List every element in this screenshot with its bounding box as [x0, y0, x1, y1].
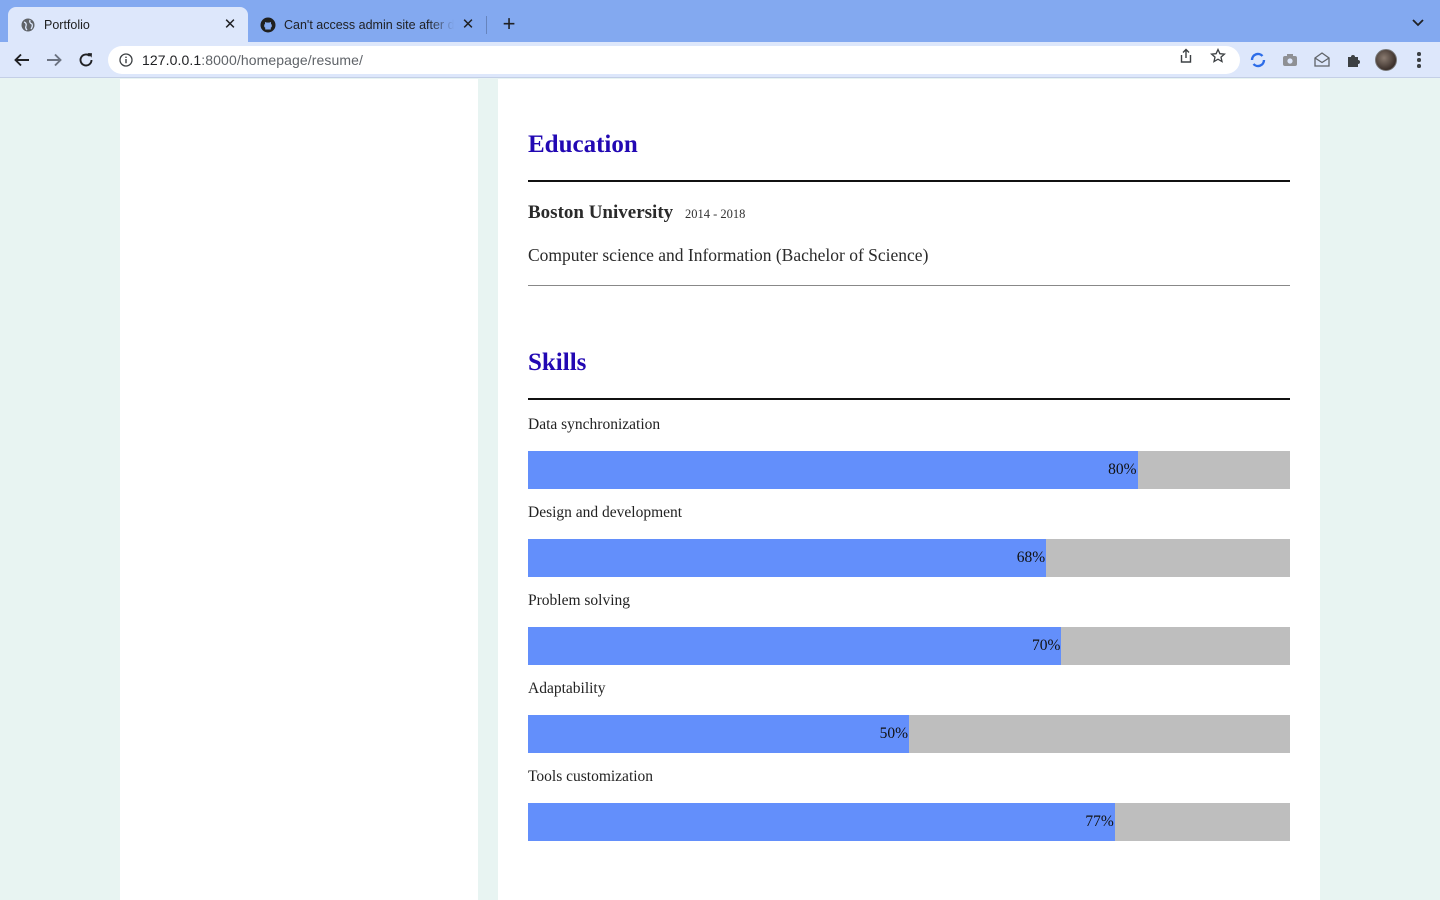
url-path: :8000/homepage/resume/ — [201, 52, 364, 68]
skill-percent: 68% — [1016, 549, 1046, 566]
skill-label: Design and development — [528, 504, 683, 521]
extensions-puzzle-icon[interactable] — [1345, 51, 1363, 69]
skill-label: Data synchronization — [528, 416, 661, 433]
skill-label: Problem solving — [528, 592, 631, 609]
education-heading: Education — [528, 131, 638, 158]
forward-arrow-icon — [47, 53, 62, 67]
skill-percent: 50% — [879, 725, 908, 742]
skill-progress-bar: 80% — [528, 451, 1290, 489]
new-tab-button[interactable]: + — [496, 12, 522, 38]
tab-title: Can't access admin site after d — [284, 17, 454, 32]
school-name: Boston University — [528, 202, 674, 223]
url-text: 127.0.0.1:8000/homepage/resume/ — [142, 52, 363, 68]
profile-avatar[interactable] — [1375, 49, 1397, 71]
sync-extension-icon[interactable] — [1249, 51, 1267, 69]
browser-toolbar: 127.0.0.1:8000/homepage/resume/ — [0, 42, 1440, 78]
tab-search-chevron-icon[interactable] — [1410, 14, 1426, 30]
education-divider — [528, 180, 1290, 182]
back-arrow-icon — [14, 53, 29, 67]
skills-heading: Skills — [528, 349, 587, 376]
skill-percent: 70% — [1031, 637, 1061, 654]
skills-divider — [528, 398, 1290, 400]
close-tab-icon[interactable]: ✕ — [222, 16, 238, 33]
tab-portfolio[interactable]: Portfolio ✕ — [8, 7, 248, 42]
skill-progress-fill: 70% — [528, 627, 1062, 665]
back-button[interactable] — [10, 48, 34, 72]
resume-main-panel: Education Boston University 2014 - 2018 … — [498, 79, 1320, 900]
close-tab-icon[interactable]: ✕ — [460, 16, 476, 33]
skill-progress-fill: 77% — [528, 803, 1115, 841]
bookmark-star-icon[interactable] — [1210, 48, 1226, 64]
skill-progress-fill: 80% — [528, 451, 1138, 489]
skill-progress-fill: 68% — [528, 539, 1047, 577]
skill-percent: 77% — [1085, 813, 1114, 830]
left-sidebar-panel — [120, 79, 478, 900]
tab-separator — [486, 16, 487, 34]
education-years: 2014 - 2018 — [685, 207, 746, 221]
tab-strip: Portfolio ✕ Can't access admin site afte… — [0, 0, 1440, 42]
skill-label: Adaptability — [528, 680, 606, 697]
reload-button[interactable] — [74, 48, 98, 72]
address-bar[interactable]: 127.0.0.1:8000/homepage/resume/ — [108, 46, 1240, 74]
forward-button[interactable] — [42, 48, 66, 72]
camera-icon[interactable] — [1281, 51, 1299, 69]
skill-progress-fill: 50% — [528, 715, 909, 753]
reload-icon — [79, 53, 93, 67]
skill-progress-bar: 50% — [528, 715, 1290, 753]
skill-progress-bar: 77% — [528, 803, 1290, 841]
skill-progress-bar: 70% — [528, 627, 1290, 665]
github-icon — [260, 17, 276, 33]
browser-menu-icon[interactable] — [1410, 51, 1428, 69]
mail-extension-icon[interactable] — [1313, 51, 1331, 69]
globe-icon — [20, 17, 36, 33]
page-viewport: Education Boston University 2014 - 2018 … — [0, 79, 1440, 900]
education-entry-divider — [528, 285, 1290, 286]
degree-text: Computer science and Information (Bachel… — [528, 245, 929, 265]
share-icon[interactable] — [1178, 48, 1194, 64]
tab-github-issue[interactable]: Can't access admin site after d ✕ — [248, 7, 486, 42]
tab-title: Portfolio — [44, 17, 90, 32]
skill-label: Tools customization — [528, 768, 654, 785]
skill-percent: 80% — [1108, 461, 1137, 478]
site-info-icon[interactable] — [118, 52, 134, 68]
url-host: 127.0.0.1 — [142, 52, 202, 68]
skill-progress-bar: 68% — [528, 539, 1290, 577]
